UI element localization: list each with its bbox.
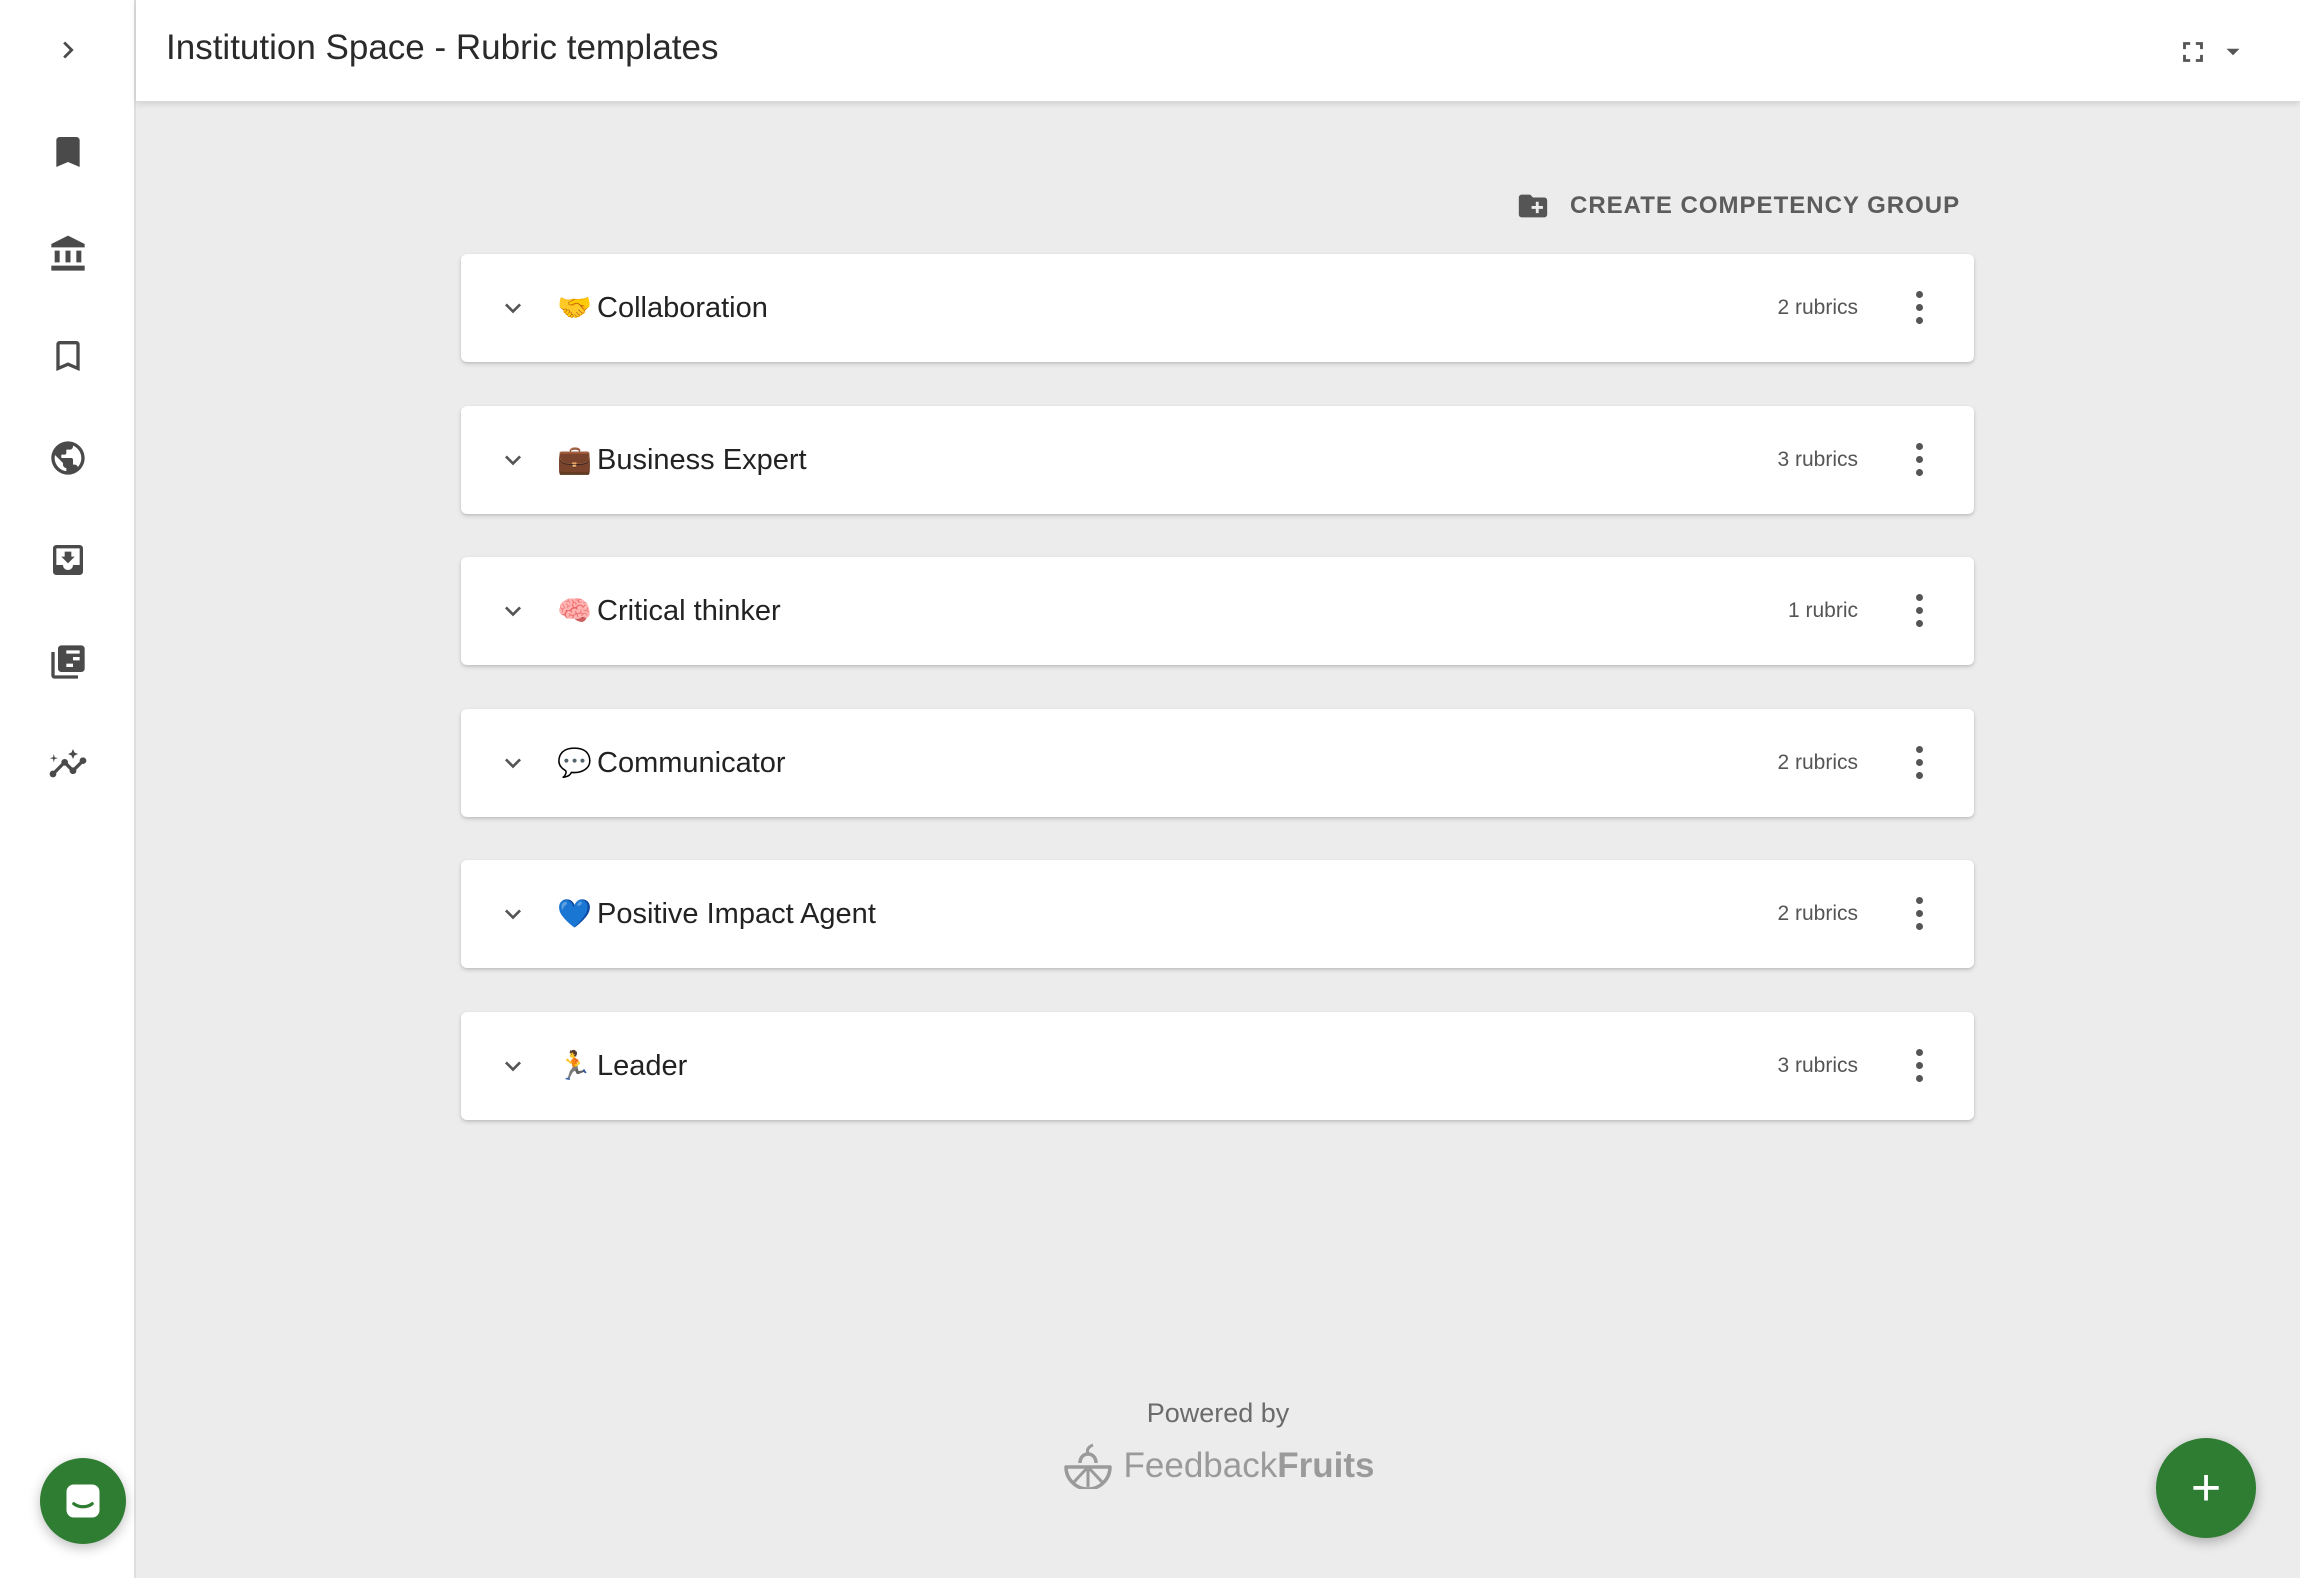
more-vert-icon [1915, 290, 1923, 298]
group-emoji: 💬 [557, 746, 592, 779]
feedbackfruits-logo[interactable]: FeedbackFruits [1062, 1443, 1375, 1489]
create-competency-group-label: CREATE COMPETENCY GROUP [1570, 192, 1961, 219]
rail-item-imports[interactable] [34, 526, 102, 594]
add-button[interactable]: + [2156, 1438, 2256, 1538]
brand-name-light: Feedback [1123, 1446, 1278, 1485]
page-title: Institution Space - Rubric templates [166, 28, 719, 67]
chevron-down-icon [505, 1061, 521, 1072]
expand-group-button[interactable] [493, 1046, 533, 1086]
more-options-button[interactable] [1904, 436, 1934, 482]
plus-icon: + [2190, 1459, 2222, 1517]
rubric-count: 3 rubrics [1777, 1054, 1858, 1077]
chevron-down-icon [505, 606, 521, 617]
competency-group-row[interactable]: 💬 Communicator 2 rubrics [461, 709, 1974, 817]
more-options-button[interactable] [1904, 1042, 1934, 1088]
chevron-down-icon [505, 758, 521, 769]
rail-item-library[interactable] [34, 628, 102, 696]
rail-item-analytics[interactable] [34, 730, 102, 798]
chat-icon [66, 1484, 100, 1518]
rail-item-public[interactable] [34, 424, 102, 492]
fruit-logo-icon [1063, 1443, 1112, 1489]
folder-add-icon [1518, 194, 1548, 218]
expand-group-button[interactable] [493, 591, 533, 631]
expand-group-button[interactable] [493, 894, 533, 934]
powered-by-footer: Powered by FeedbackFruits [136, 1398, 2300, 1494]
analytics-icon [49, 749, 87, 778]
group-emoji: 🤝 [557, 291, 592, 324]
group-name: Collaboration [597, 292, 768, 324]
rubric-count: 1 rubric [1787, 599, 1858, 622]
chevron-down-icon [505, 455, 521, 466]
page-header: Institution Space - Rubric templates [136, 0, 2300, 102]
more-vert-icon [1915, 442, 1923, 450]
group-name: Positive Impact Agent [597, 898, 876, 930]
rubric-count: 2 rubrics [1777, 902, 1858, 925]
rail-item-saved[interactable] [34, 322, 102, 390]
caret-down-icon [2226, 48, 2240, 56]
rail-item-bookmarks[interactable] [34, 118, 102, 186]
more-options-button[interactable] [1904, 284, 1934, 330]
app-root: Institution Space - Rubric templates CRE… [0, 0, 2300, 1578]
group-name: Leader [597, 1050, 688, 1082]
group-name: Business Expert [597, 444, 807, 476]
more-options-button[interactable] [1904, 587, 1934, 633]
bookmark-outline-icon [56, 341, 80, 371]
group-emoji: 💼 [557, 443, 592, 476]
more-vert-icon [1915, 896, 1923, 904]
expand-group-button[interactable] [493, 743, 533, 783]
competency-group-row[interactable]: 🤝 Collaboration 2 rubrics [461, 254, 1974, 362]
chevron-down-icon [505, 303, 521, 314]
more-options-button[interactable] [1904, 890, 1934, 936]
bookmark-filled-icon [56, 137, 80, 167]
chat-button[interactable] [40, 1458, 126, 1544]
rubric-count: 2 rubrics [1777, 751, 1858, 774]
powered-by-text: Powered by [1146, 1398, 1290, 1428]
group-name: Communicator [597, 747, 786, 779]
expand-rail-button[interactable] [34, 16, 102, 84]
create-competency-group-button[interactable]: CREATE COMPETENCY GROUP [1514, 186, 1960, 226]
rubric-count: 2 rubrics [1777, 296, 1858, 319]
chevron-right-icon [63, 41, 74, 59]
competency-group-row[interactable]: 🧠 Critical thinker 1 rubric [461, 557, 1974, 665]
competency-group-row[interactable]: 💼 Business Expert 3 rubrics [461, 406, 1974, 514]
library-books-icon [51, 645, 85, 679]
globe-icon [51, 441, 85, 475]
group-emoji: 💙 [557, 897, 592, 930]
main-content: CREATE COMPETENCY GROUP 🤝 Collaboration … [136, 102, 2300, 1578]
expand-group-button[interactable] [493, 288, 533, 328]
more-vert-icon [1915, 1048, 1923, 1056]
more-options-button[interactable] [1904, 739, 1934, 785]
brand-name-bold: Fruits [1277, 1446, 1375, 1485]
more-vert-icon [1915, 745, 1923, 753]
group-emoji: 🧠 [557, 594, 592, 627]
more-vert-icon [1915, 593, 1923, 601]
competency-group-row[interactable]: 💙 Positive Impact Agent 2 rubrics [461, 860, 1974, 968]
fullscreen-dropdown-button[interactable] [2176, 30, 2246, 74]
group-emoji: 🏃 [557, 1049, 592, 1082]
chevron-down-icon [505, 909, 521, 920]
group-name: Critical thinker [597, 595, 781, 627]
institution-icon [51, 235, 85, 271]
fullscreen-icon [2183, 42, 2203, 62]
rail-item-institution[interactable] [34, 220, 102, 288]
inbox-download-icon [53, 545, 83, 575]
left-rail [0, 0, 136, 1578]
rubric-count: 3 rubrics [1777, 448, 1858, 471]
competency-group-row[interactable]: 🏃 Leader 3 rubrics [461, 1012, 1974, 1120]
expand-group-button[interactable] [493, 440, 533, 480]
